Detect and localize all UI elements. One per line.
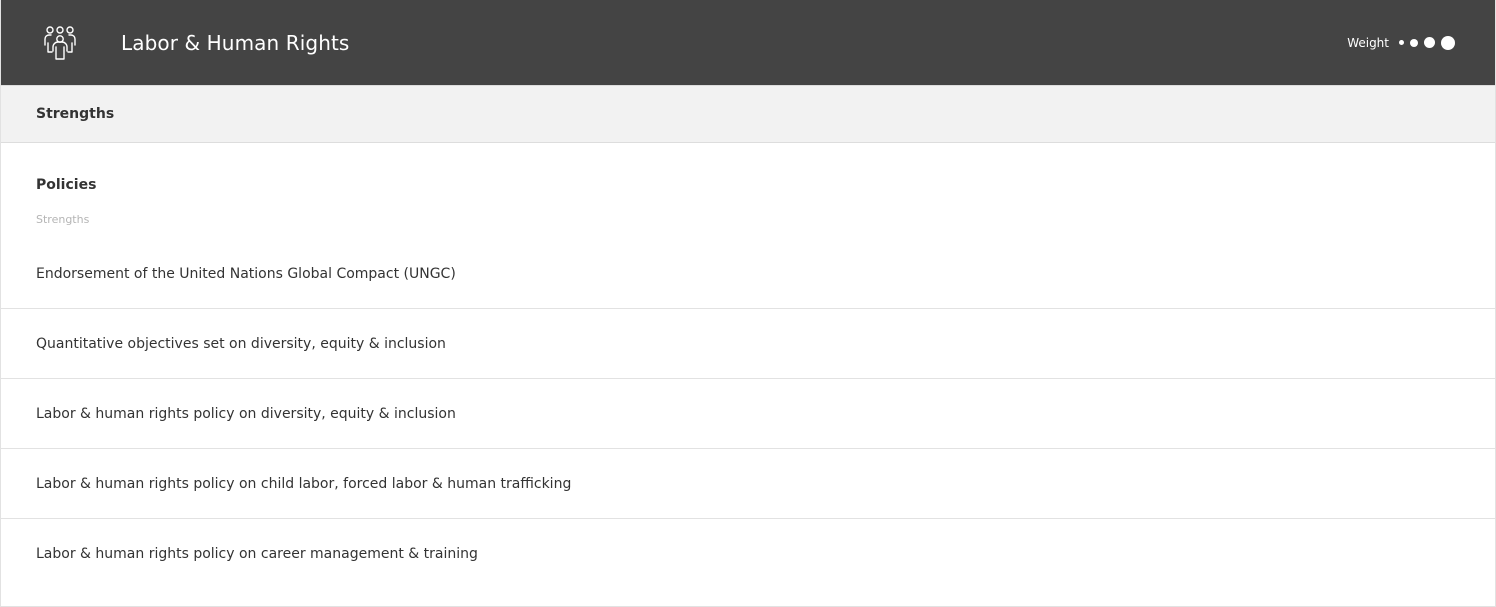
list-item-label: Endorsement of the United Nations Global… [36, 266, 456, 282]
group-title: Policies [36, 177, 97, 193]
people-group-icon [41, 24, 79, 62]
list-item: Labor & human rights policy on child lab… [1, 449, 1495, 519]
weight-dot-4 [1441, 35, 1455, 50]
category-title: Labor & Human Rights [121, 30, 350, 55]
list-item-label: Labor & human rights policy on child lab… [36, 475, 572, 492]
group-subtitle: Strengths [36, 213, 90, 226]
weight-label: Weight [1347, 35, 1389, 50]
list-item: Labor & human rights policy on career ma… [1, 519, 1495, 589]
category-panel: Labor & Human Rights Weight Strengths Po… [0, 0, 1496, 607]
list-item: Endorsement of the United Nations Global… [1, 240, 1495, 309]
weight-dot-2 [1410, 38, 1418, 47]
strengths-list: Endorsement of the United Nations Global… [1, 240, 1495, 589]
section-header-strengths: Strengths [1, 85, 1495, 143]
weight-indicator: Weight [1347, 35, 1455, 50]
weight-dot-3 [1424, 37, 1435, 48]
weight-dot-1 [1399, 40, 1404, 45]
list-item-label: Labor & human rights policy on career ma… [36, 546, 478, 562]
list-item: Labor & human rights policy on diversity… [1, 379, 1495, 449]
list-item-label: Labor & human rights policy on diversity… [36, 405, 456, 422]
list-item: Quantitative objectives set on diversity… [1, 309, 1495, 379]
list-item-label: Quantitative objectives set on diversity… [36, 335, 446, 352]
category-header: Labor & Human Rights Weight [1, 0, 1495, 85]
